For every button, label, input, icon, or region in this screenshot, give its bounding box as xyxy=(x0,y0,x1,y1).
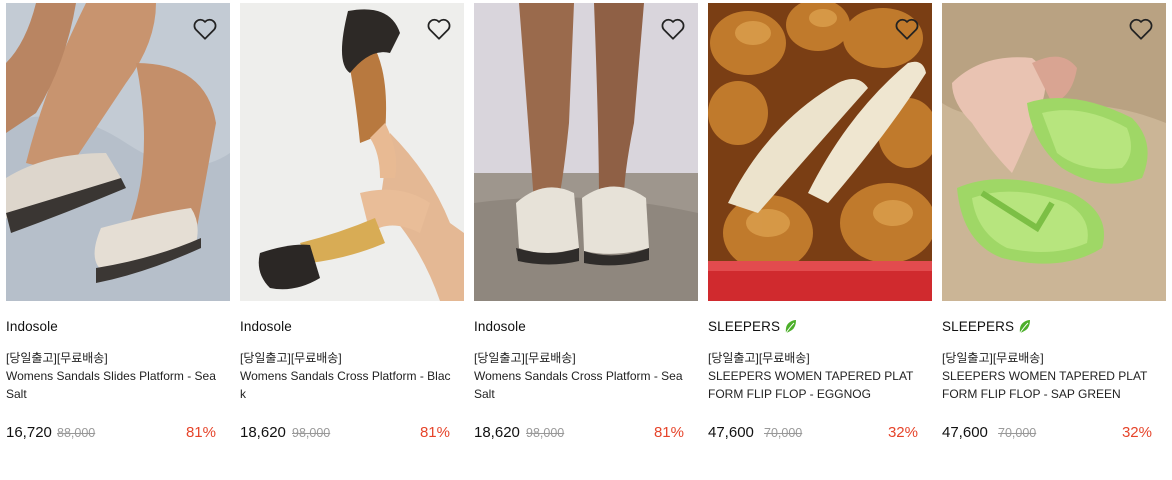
product-name[interactable]: Womens Sandals Slides Platform - Sea Sal… xyxy=(6,367,218,403)
original-price: 70,000 xyxy=(764,426,803,440)
discount-rate: 32% xyxy=(1121,424,1152,441)
sale-price: 47,600 xyxy=(942,424,988,441)
price-row: 18,620 98,000 81% xyxy=(474,424,686,446)
original-price: 88,000 xyxy=(57,426,96,440)
brand-name: Indosole xyxy=(474,319,526,334)
discount-rate: 81% xyxy=(419,424,450,441)
heart-icon[interactable] xyxy=(1128,17,1154,41)
price-row: 47,600 70,000 32% xyxy=(708,424,920,446)
product-name[interactable]: SLEEPERS WOMEN TAPERED PLATFORM FLIP FLO… xyxy=(708,367,920,403)
product-image[interactable] xyxy=(942,3,1166,301)
brand-name: SLEEPERS xyxy=(708,319,781,334)
brand-name: SLEEPERS xyxy=(942,319,1015,334)
promo-tag: [당일출고][무료배송] xyxy=(240,351,342,365)
price-row: 18,620 98,000 81% xyxy=(240,424,452,446)
heart-icon[interactable] xyxy=(192,17,218,41)
product-card: SLEEPERS [당일출고][무료배송] SLEEPERS WOMEN TAP… xyxy=(708,3,932,463)
product-image[interactable] xyxy=(474,3,698,301)
heart-icon[interactable] xyxy=(894,17,920,41)
product-name[interactable]: Womens Sandals Cross Platform - Sea Salt xyxy=(474,367,686,403)
product-grid: Indosole [당일출고][무료배송] Womens Sandals Sli… xyxy=(6,3,1166,463)
sale-price: 47,600 xyxy=(708,424,754,441)
promo-tag: [당일출고][무료배송] xyxy=(942,351,1044,365)
brand-link[interactable]: Indosole xyxy=(240,319,292,334)
promo-tag: [당일출고][무료배송] xyxy=(474,351,576,365)
product-image[interactable] xyxy=(240,3,464,301)
original-price: 98,000 xyxy=(526,426,565,440)
discount-rate: 81% xyxy=(653,424,684,441)
discount-rate: 32% xyxy=(887,424,918,441)
product-image[interactable] xyxy=(6,3,230,301)
sale-price: 18,620 xyxy=(240,424,286,441)
brand-link[interactable]: Indosole xyxy=(474,319,526,334)
product-card: SLEEPERS [당일출고][무료배송] SLEEPERS WOMEN TAP… xyxy=(942,3,1166,463)
sale-price: 16,720 xyxy=(6,424,52,441)
sale-price: 18,620 xyxy=(474,424,520,441)
discount-rate: 81% xyxy=(185,424,216,441)
leaf-icon xyxy=(1019,320,1031,334)
brand-link[interactable]: SLEEPERS xyxy=(708,319,797,334)
brand-link[interactable]: Indosole xyxy=(6,319,58,334)
original-price: 70,000 xyxy=(998,426,1037,440)
product-name[interactable]: Womens Sandals Cross Platform - Black xyxy=(240,367,452,403)
leaf-icon xyxy=(785,320,797,334)
price-row: 47,600 70,000 32% xyxy=(942,424,1154,446)
product-image[interactable] xyxy=(708,3,932,301)
brand-name: Indosole xyxy=(240,319,292,334)
heart-icon[interactable] xyxy=(660,17,686,41)
product-card: Indosole [당일출고][무료배송] Womens Sandals Cro… xyxy=(240,3,464,463)
price-row: 16,720 88,000 81% xyxy=(6,424,218,446)
product-card: Indosole [당일출고][무료배송] Womens Sandals Sli… xyxy=(6,3,230,463)
product-card: Indosole [당일출고][무료배송] Womens Sandals Cro… xyxy=(474,3,698,463)
brand-name: Indosole xyxy=(6,319,58,334)
brand-link[interactable]: SLEEPERS xyxy=(942,319,1031,334)
heart-icon[interactable] xyxy=(426,17,452,41)
promo-tag: [당일출고][무료배송] xyxy=(708,351,810,365)
product-name[interactable]: SLEEPERS WOMEN TAPERED PLATFORM FLIP FLO… xyxy=(942,367,1154,403)
original-price: 98,000 xyxy=(292,426,331,440)
promo-tag: [당일출고][무료배송] xyxy=(6,351,108,365)
